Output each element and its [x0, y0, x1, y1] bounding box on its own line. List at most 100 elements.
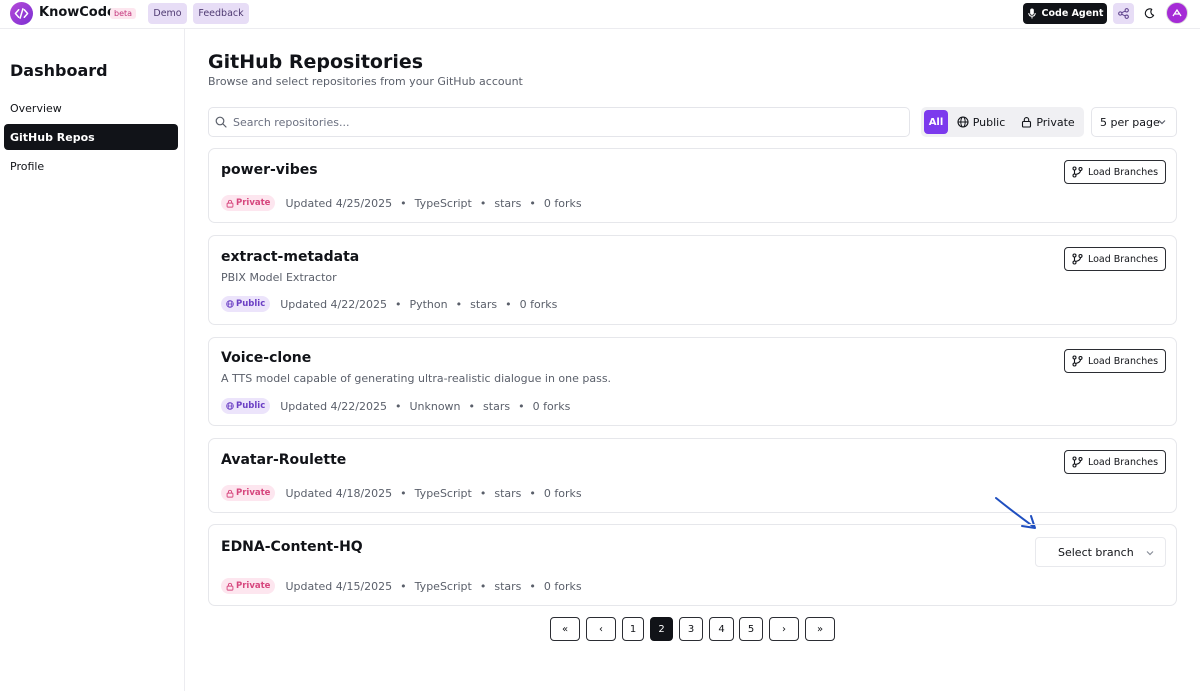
per-page-select[interactable]: 5 per page — [1091, 107, 1177, 137]
share-icon — [1118, 8, 1129, 19]
theme-toggle-button[interactable] — [1140, 3, 1159, 24]
page-title: GitHub Repositories — [208, 51, 424, 73]
search-box — [208, 107, 910, 137]
visibility-badge: Public — [221, 296, 271, 312]
repo-stars: stars — [494, 486, 522, 500]
lock-icon — [226, 582, 234, 591]
page-button-1[interactable]: 1 — [622, 617, 644, 641]
knowcode-logo-icon[interactable] — [10, 2, 33, 25]
globe-icon — [957, 116, 969, 128]
repo-name[interactable]: Voice-clone — [221, 350, 311, 366]
lock-icon — [226, 199, 234, 208]
git-branch-icon — [1072, 253, 1083, 265]
updated-date: Updated 4/22/2025 — [280, 297, 387, 311]
code-agent-button[interactable]: Code Agent — [1023, 3, 1107, 24]
select-branch-placeholder: Select branch — [1058, 545, 1134, 559]
updated-date: Updated 4/18/2025 — [285, 486, 393, 500]
repo-meta: Private Updated 4/18/2025 • TypeScript • s… — [221, 485, 582, 501]
git-branch-icon — [1072, 355, 1083, 367]
page-button-3[interactable]: 3 — [679, 617, 703, 641]
filter-public-label: Public — [972, 115, 1006, 129]
repo-forks: 0 forks — [519, 297, 558, 311]
updated-date: Updated 4/25/2025 — [285, 196, 393, 210]
search-icon — [215, 116, 227, 128]
repo-name[interactable]: Avatar-Roulette — [221, 452, 346, 468]
first-page-button[interactable]: « — [550, 617, 580, 641]
load-branches-button[interactable]: Load Branches — [1064, 160, 1166, 184]
repo-forks: 0 forks — [532, 399, 571, 413]
load-branches-label: Load Branches — [1087, 456, 1159, 468]
visibility-label: Private — [236, 581, 271, 591]
visibility-badge: Private — [221, 195, 276, 211]
code-agent-label: Code Agent — [1041, 8, 1104, 19]
filter-public-button[interactable]: Public — [954, 110, 1008, 134]
repo-name[interactable]: power-vibes — [221, 162, 318, 178]
select-branch-dropdown[interactable]: Select branch — [1035, 537, 1166, 567]
load-branches-button[interactable]: Load Branches — [1064, 247, 1166, 271]
load-branches-label: Load Branches — [1087, 166, 1159, 178]
visibility-label: Public — [236, 401, 266, 411]
sidebar-item-github-repos[interactable]: GitHub Repos — [4, 124, 178, 150]
brand-name[interactable]: KnowCode — [39, 5, 116, 20]
sidebar-item-profile[interactable]: Profile — [4, 153, 178, 179]
updated-date: Updated 4/15/2025 — [285, 579, 393, 593]
globe-icon — [226, 300, 234, 308]
filter-private-button[interactable]: Private — [1018, 110, 1078, 134]
last-page-button[interactable]: » — [805, 617, 835, 641]
lock-icon — [1022, 117, 1032, 128]
next-page-button[interactable]: › — [769, 617, 799, 641]
user-avatar[interactable] — [1166, 2, 1188, 24]
repo-name[interactable]: EDNA-Content-HQ — [221, 539, 363, 555]
repo-stars: stars — [494, 196, 522, 210]
sidebar-title: Dashboard — [10, 61, 108, 80]
repo-language: Python — [409, 297, 448, 311]
globe-icon — [226, 402, 234, 410]
filter-all-button[interactable]: All — [924, 110, 948, 134]
chevron-down-icon — [1146, 551, 1154, 556]
visibility-label: Private — [236, 198, 271, 208]
previous-page-button[interactable]: ‹ — [586, 617, 616, 641]
repo-name[interactable]: extract-metadata — [221, 249, 359, 265]
page-button-5[interactable]: 5 — [739, 617, 763, 641]
sidebar-item-overview[interactable]: Overview — [4, 95, 178, 121]
lock-icon — [226, 489, 234, 498]
demo-button[interactable]: Demo — [148, 3, 187, 24]
top-bar: KnowCode beta Demo Feedback Code Agent — [0, 0, 1200, 29]
repo-meta: Private Updated 4/15/2025 • TypeScript • s… — [221, 578, 582, 594]
load-branches-label: Load Branches — [1087, 355, 1159, 367]
feedback-button[interactable]: Feedback — [193, 3, 249, 24]
visibility-badge: Public — [221, 398, 271, 414]
repo-forks: 0 forks — [543, 486, 582, 500]
filter-private-label: Private — [1036, 115, 1075, 129]
visibility-filter: All Public Private — [921, 107, 1084, 137]
repo-language: Unknown — [409, 399, 461, 413]
moon-icon — [1144, 8, 1155, 19]
repo-meta: Public Updated 4/22/2025 • Python • stars •… — [221, 296, 557, 312]
repo-forks: 0 forks — [543, 579, 582, 593]
page-button-4[interactable]: 4 — [709, 617, 734, 641]
load-branches-button[interactable]: Load Branches — [1064, 349, 1166, 373]
repo-card: power-vibes Private Updated 4/25/2025 • T… — [208, 148, 1177, 223]
git-branch-icon — [1072, 166, 1083, 178]
repo-meta: Private Updated 4/25/2025 • TypeScript • s… — [221, 195, 582, 211]
updated-date: Updated 4/22/2025 — [280, 399, 387, 413]
repo-stars: stars — [483, 399, 511, 413]
microphone-icon — [1027, 8, 1036, 19]
load-branches-button[interactable]: Load Branches — [1064, 450, 1166, 474]
repo-description: A TTS model capable of generating ultra-… — [221, 372, 612, 385]
repo-language: TypeScript — [414, 196, 472, 210]
repo-language: TypeScript — [414, 486, 472, 500]
page-button-2[interactable]: 2 — [650, 617, 673, 641]
search-input[interactable] — [233, 115, 873, 129]
sidebar: Dashboard Overview GitHub Repos Profile — [0, 29, 185, 691]
repo-card: extract-metadata PBIX Model Extractor Pu… — [208, 235, 1177, 325]
repo-card: EDNA-Content-HQ Private Updated 4/15/202… — [208, 524, 1177, 606]
load-branches-label: Load Branches — [1087, 253, 1159, 265]
repo-forks: 0 forks — [543, 196, 582, 210]
repo-stars: stars — [470, 297, 498, 311]
repo-meta: Public Updated 4/22/2025 • Unknown • stars… — [221, 398, 570, 414]
repo-language: TypeScript — [414, 579, 472, 593]
page-subtitle: Browse and select repositories from your… — [208, 75, 523, 88]
repo-stars: stars — [494, 579, 522, 593]
share-button[interactable] — [1113, 3, 1134, 24]
